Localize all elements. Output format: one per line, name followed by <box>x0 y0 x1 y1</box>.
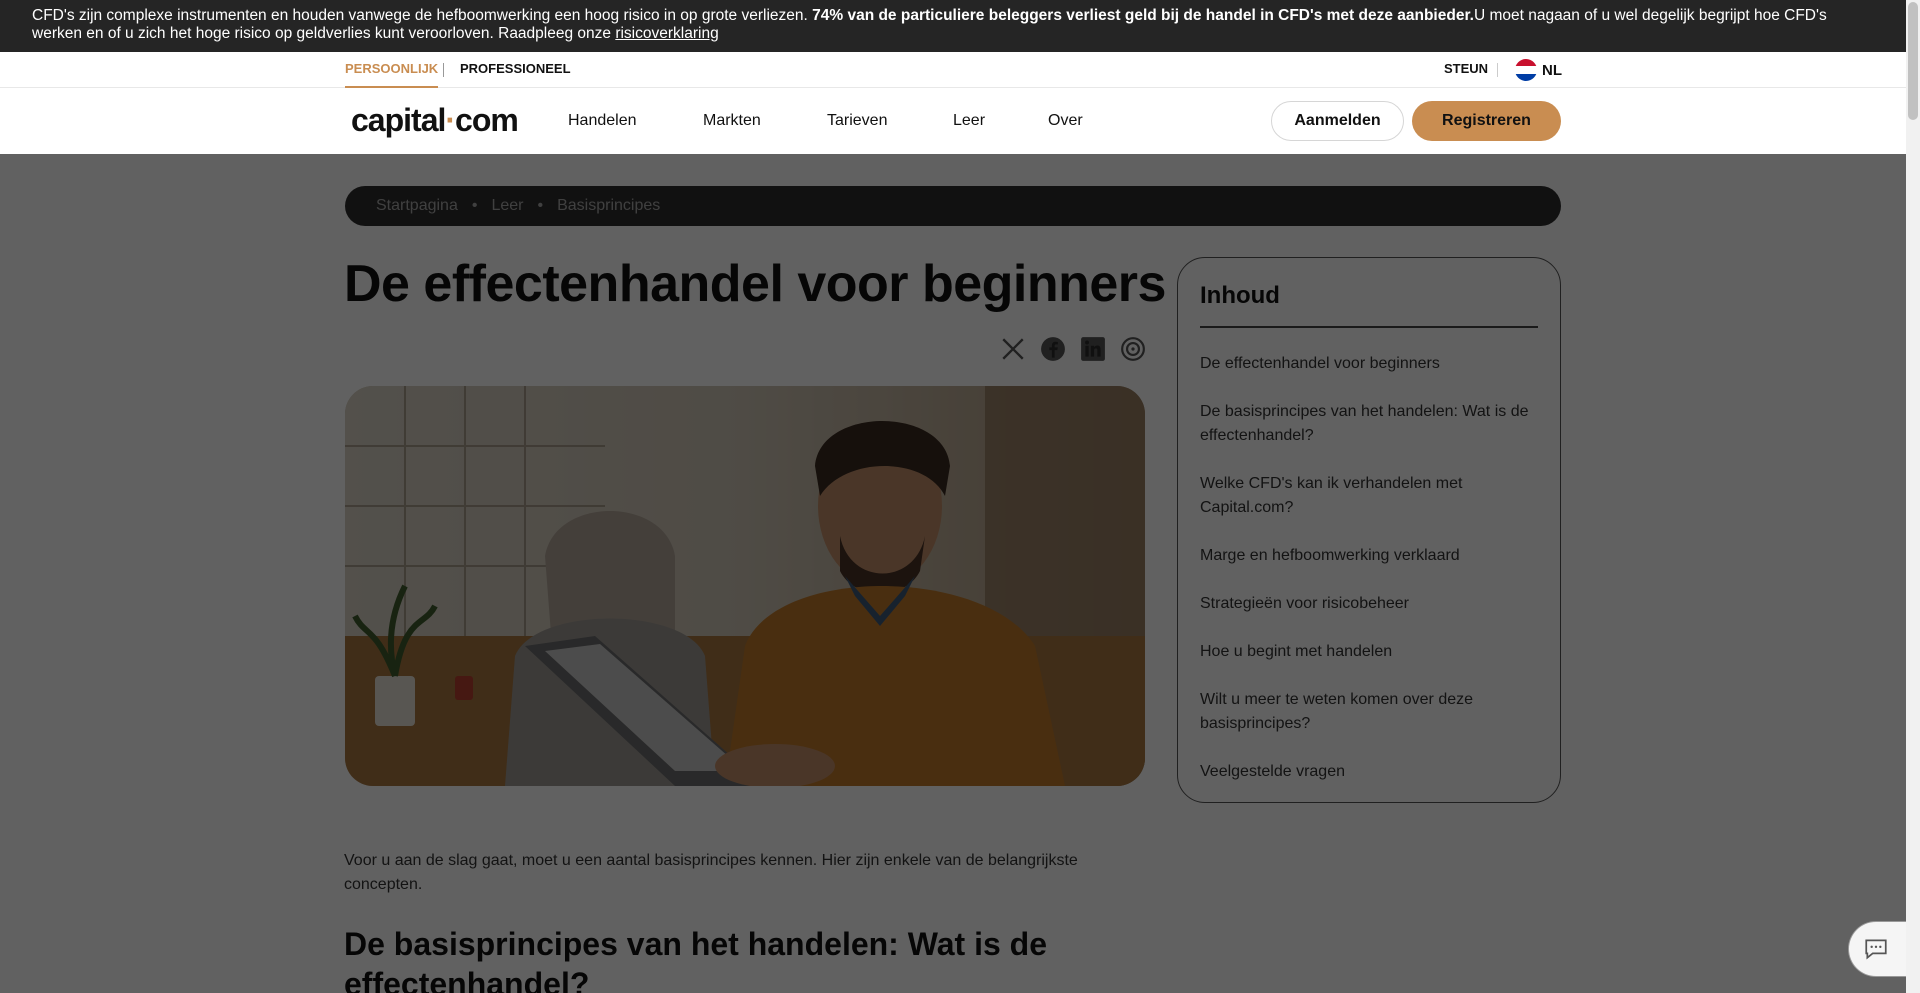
article-content: Startpagina • Leer • Basisprincipes De effec… <box>0 154 1906 993</box>
register-button[interactable]: Registreren <box>1412 101 1561 141</box>
support-link[interactable]: STEUN <box>1444 52 1488 86</box>
scrollbar[interactable] <box>1906 0 1920 993</box>
toc-item[interactable]: Marge en hefboomwerking verklaard <box>1200 544 1538 568</box>
nav-item-handelen[interactable]: Handelen <box>568 88 637 154</box>
breadcrumb: Startpagina • Leer • Basisprincipes <box>345 186 1561 226</box>
table-of-contents: Inhoud De effectenhandel voor beginners … <box>1177 257 1561 803</box>
risk-text-bold: 74% van de particuliere beleggers verlie… <box>812 7 1474 24</box>
breadcrumb-learn[interactable]: Leer <box>491 186 523 226</box>
risk-warning-banner: CFD's zijn complexe instrumenten en houd… <box>0 0 1906 52</box>
x-icon[interactable] <box>1000 336 1026 362</box>
login-button[interactable]: Aanmelden <box>1271 101 1404 141</box>
netherlands-flag-icon[interactable] <box>1515 59 1537 81</box>
toc-item[interactable]: De effectenhandel voor beginners <box>1200 352 1538 376</box>
toc-title: Inhoud <box>1200 282 1538 328</box>
section-heading: De basisprincipes van het handelen: Wat … <box>344 926 1047 993</box>
breadcrumb-separator: • <box>471 197 478 214</box>
nav-item-tarieven[interactable]: Tarieven <box>827 88 887 154</box>
copy-link-icon[interactable] <box>1120 336 1146 362</box>
nav-item-leer[interactable]: Leer <box>953 88 985 154</box>
page-title: De effectenhandel voor beginners <box>344 255 1166 313</box>
language-divider <box>1497 63 1498 77</box>
breadcrumb-basics: Basisprincipes <box>557 197 661 214</box>
nav-item-over[interactable]: Over <box>1048 88 1083 154</box>
risk-disclosure-link[interactable]: risicoverklaring <box>615 25 718 42</box>
chat-icon <box>1865 939 1887 960</box>
breadcrumb-separator: • <box>537 197 544 214</box>
toc-item[interactable]: Hoe u begint met handelen <box>1200 640 1538 664</box>
segment-divider <box>443 63 444 77</box>
office-people-photo <box>345 386 1145 786</box>
toc-item[interactable]: De basisprincipes van het handelen: Wat … <box>1200 400 1538 448</box>
main-navigation: capital·com Handelen Markten Tarieven Le… <box>0 88 1906 154</box>
nav-item-markten[interactable]: Markten <box>703 88 761 154</box>
toc-item[interactable]: Welke CFD's kan ik verhandelen met Capit… <box>1200 472 1538 520</box>
toc-item[interactable]: Wilt u meer te weten komen over deze bas… <box>1200 688 1538 736</box>
breadcrumb-home[interactable]: Startpagina <box>376 186 458 226</box>
toc-item[interactable]: Strategieën voor risicobeheer <box>1200 592 1538 616</box>
capital-com-logo[interactable]: capital·com <box>351 102 519 139</box>
tab-personal[interactable]: PERSOONLIJK <box>345 52 439 88</box>
language-selector[interactable]: NL <box>1542 52 1562 90</box>
risk-text-start: CFD's zijn complexe instrumenten en houd… <box>32 7 813 24</box>
chat-widget-button[interactable] <box>1848 921 1906 977</box>
hero-image <box>345 386 1145 786</box>
article-intro: Voor u aan de slag gaat, moet u een aant… <box>344 852 1078 893</box>
segment-bar: PERSOONLIJK PROFESSIONEEL STEUN NL <box>0 52 1906 88</box>
scrollbar-thumb[interactable] <box>1908 2 1918 120</box>
toc-item[interactable]: Veelgestelde vragen <box>1200 760 1538 784</box>
linkedin-icon[interactable] <box>1080 336 1106 362</box>
tab-professional[interactable]: PROFESSIONEEL <box>460 52 571 88</box>
facebook-icon[interactable] <box>1040 336 1066 362</box>
